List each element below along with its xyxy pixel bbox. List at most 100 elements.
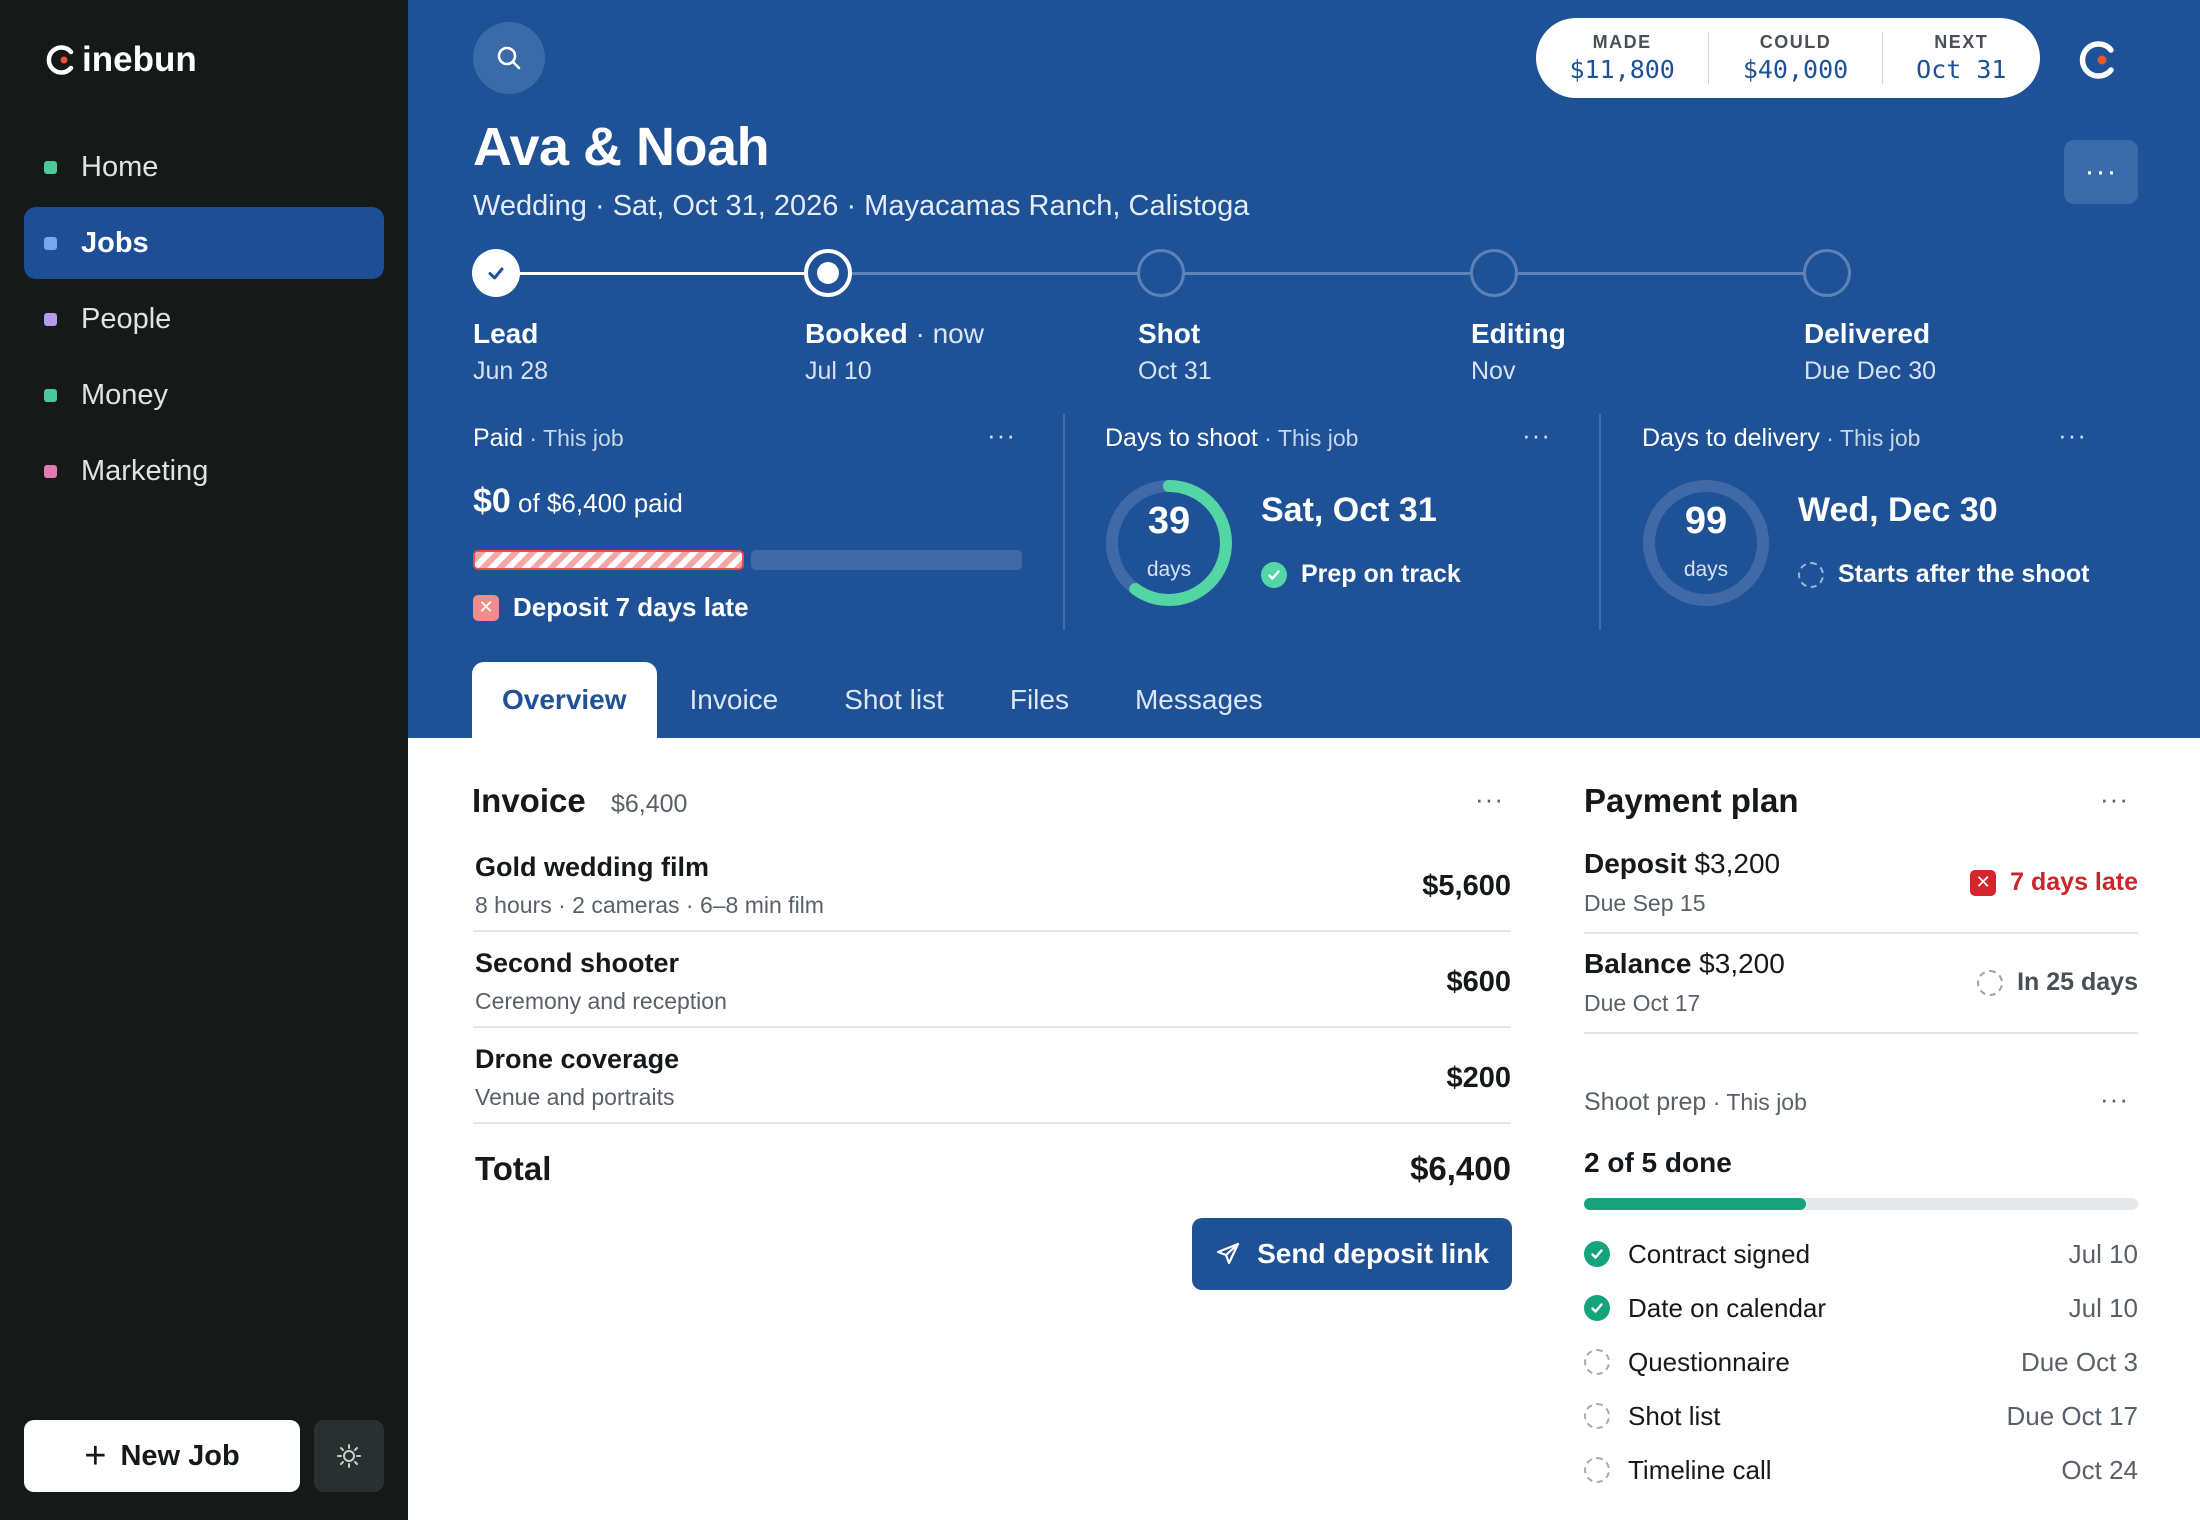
theme-toggle-button[interactable]	[314, 1420, 384, 1492]
current-dot-icon	[817, 262, 839, 284]
payment-plan-more-button[interactable]: ···	[2100, 784, 2129, 815]
stat-label: NEXT	[1934, 32, 1989, 52]
step-date: Jun 28	[473, 357, 549, 385]
paid-amount: $0 of $6,400 paid	[473, 482, 683, 521]
task-date: Oct 24	[2061, 1454, 2138, 1485]
divider	[1599, 414, 1601, 630]
sidebar-item-money[interactable]: Money	[24, 359, 384, 431]
shoot-date: Sat, Oct 31	[1261, 491, 1437, 529]
step-label: Lead	[473, 318, 538, 350]
payment-name: Balance $3,200	[1584, 948, 1785, 980]
shoot-countdown-ring	[1106, 480, 1232, 606]
pending-circle-icon[interactable]	[1584, 1457, 1610, 1483]
stat-next: NEXT Oct 31	[1916, 32, 2006, 84]
invoice-line-item[interactable]: Second shooter Ceremony and reception $6…	[473, 932, 1511, 1028]
card-title-text: Days to shoot	[1105, 424, 1258, 452]
sidebar-item-label: Home	[81, 150, 159, 183]
status-text: Starts after the shoot	[1838, 560, 2090, 588]
home-dot-icon	[44, 160, 57, 174]
payment-label: Balance	[1584, 948, 1692, 979]
check-icon	[488, 267, 504, 280]
pending-circle-icon[interactable]	[1584, 1403, 1610, 1429]
tab-overview[interactable]: Overview	[472, 662, 657, 738]
sidebar-item-label: Jobs	[81, 226, 149, 259]
earnings-summary[interactable]: MADE $11,800 COULD $40,000 NEXT Oct 31	[1536, 18, 2040, 98]
payment-due: Due Sep 15	[1584, 890, 1706, 916]
prep-task[interactable]: Date on calendar Jul 10	[1584, 1288, 2138, 1328]
step-booked-node[interactable]	[804, 249, 852, 297]
sidebar-item-home[interactable]: Home	[24, 131, 384, 203]
shoot-card-more-button[interactable]: ···	[1522, 420, 1551, 451]
pending-circle-icon	[1798, 561, 1824, 588]
step-name: Lead	[473, 318, 539, 349]
sidebar-item-jobs[interactable]: Jobs	[24, 207, 384, 279]
delivery-card-more-button[interactable]: ···	[2058, 420, 2087, 451]
paid-card-more-button[interactable]: ···	[987, 420, 1016, 451]
delivery-days-unit: days	[1683, 558, 1729, 581]
card-scope: · This job	[1706, 1089, 1807, 1115]
check-circle-icon[interactable]	[1584, 1241, 1610, 1267]
search-button[interactable]	[473, 22, 545, 94]
status-text: In 25 days	[2017, 968, 2138, 996]
prep-task[interactable]: Timeline call Oct 24	[1584, 1450, 2138, 1490]
payment-row-deposit[interactable]: Deposit $3,200 Due Sep 15 ✕ 7 days late	[1584, 834, 2138, 934]
send-deposit-link-button[interactable]: Send deposit link	[1192, 1218, 1512, 1290]
prep-task[interactable]: Shot list Due Oct 17	[1584, 1396, 2138, 1436]
sun-icon	[337, 1444, 361, 1468]
brand-logo-icon[interactable]	[2076, 38, 2120, 82]
step-shot-node[interactable]	[1137, 249, 1185, 297]
people-dot-icon	[44, 312, 57, 326]
send-icon	[1216, 1242, 1240, 1265]
step-editing-node[interactable]	[1470, 249, 1518, 297]
payment-due: Due Oct 17	[1584, 990, 1701, 1016]
step-name: Booked	[805, 318, 908, 349]
sidebar-item-label: Money	[81, 378, 169, 411]
app-logo[interactable]: inebun	[44, 40, 197, 80]
payment-plan-title: Payment plan	[1584, 782, 1799, 819]
prep-task[interactable]: Questionnaire Due Oct 3	[1584, 1342, 2138, 1382]
logo-mark-icon	[44, 43, 78, 77]
invoice-line-item[interactable]: Drone coverage Venue and portraits $200	[473, 1028, 1511, 1124]
job-more-button[interactable]: ···	[2064, 140, 2138, 204]
app-logo-text: inebun	[82, 40, 197, 79]
invoice-title: Invoice	[472, 782, 586, 819]
invoice-line-item[interactable]: Gold wedding film 8 hours · 2 cameras · …	[473, 836, 1511, 932]
prep-task[interactable]: Contract signed Jul 10	[1584, 1234, 2138, 1274]
divider	[1708, 32, 1710, 84]
paid-value: $0	[473, 482, 511, 520]
delivery-days-number: 99	[1684, 500, 1728, 542]
check-circle-icon	[1261, 561, 1287, 588]
new-job-button[interactable]: + New Job	[24, 1420, 300, 1492]
stat-value: $40,000	[1742, 55, 1849, 84]
step-delivered-node[interactable]	[1803, 249, 1851, 297]
step-lead-node[interactable]	[472, 249, 520, 297]
tab-shot-list[interactable]: Shot list	[811, 662, 977, 738]
stat-label: MADE	[1592, 32, 1652, 52]
delivery-date: Wed, Dec 30	[1798, 491, 1998, 529]
item-name: Drone coverage	[475, 1044, 680, 1074]
x-icon: ✕	[473, 594, 499, 621]
check-circle-icon[interactable]	[1584, 1295, 1610, 1321]
sidebar-item-marketing[interactable]: Marketing	[24, 435, 384, 507]
sidebar-nav: Home Jobs People Money Marketing	[24, 131, 384, 511]
divider	[1063, 414, 1065, 630]
shoot-prep-more-button[interactable]: ···	[2100, 1084, 2129, 1115]
pending-circle-icon[interactable]	[1584, 1349, 1610, 1375]
tab-messages[interactable]: Messages	[1102, 662, 1296, 738]
invoice-total-label: Total	[475, 1150, 552, 1187]
tab-invoice[interactable]: Invoice	[657, 662, 812, 738]
divider	[1881, 32, 1883, 84]
paid-card-title: Paid · This job	[473, 424, 624, 453]
shoot-prep-progress	[1584, 1198, 2138, 1210]
status-text: Deposit 7 days late	[513, 592, 749, 622]
tab-files[interactable]: Files	[977, 662, 1102, 738]
stat-value: Oct 31	[1916, 55, 2007, 84]
payment-row-balance[interactable]: Balance $3,200 Due Oct 17 In 25 days	[1584, 934, 2138, 1034]
stat-value: $11,800	[1569, 55, 1675, 84]
invoice-more-button[interactable]: ···	[1475, 784, 1504, 815]
delivery-countdown-ring	[1643, 480, 1769, 606]
sidebar-item-label: Marketing	[81, 454, 209, 487]
sidebar-item-people[interactable]: People	[24, 283, 384, 355]
step-name: Delivered	[1804, 318, 1931, 349]
item-description: Ceremony and reception	[475, 988, 727, 1014]
